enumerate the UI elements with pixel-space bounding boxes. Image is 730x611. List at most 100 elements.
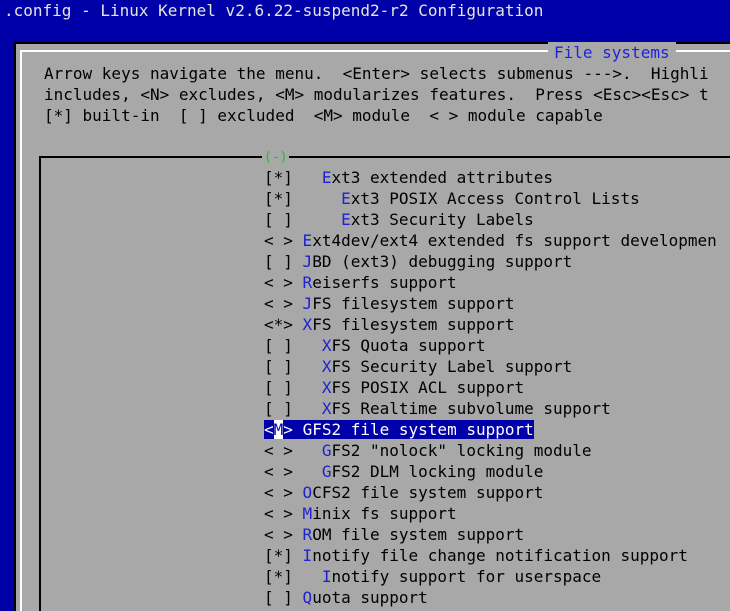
menu-item-region: <M> GFS2 file system support [264,420,534,439]
menu-item-label: uota support [312,588,428,607]
option-state-toggle[interactable]: [ ] [264,336,293,355]
option-state-toggle[interactable]: <*> [264,315,293,334]
option-state-toggle[interactable]: <M> [264,420,293,439]
option-state-toggle[interactable]: < > [264,462,293,481]
menu-item[interactable]: < > GFS2 "nolock" locking module [264,440,717,461]
option-state-toggle[interactable]: < > [264,231,293,250]
menu-item-label: notify file change notification support [312,546,688,565]
menu-item-label: CFS2 file system support [312,483,544,502]
menu-item[interactable]: < > ROM file system support [264,524,717,545]
menu-item[interactable]: [*] Ext3 POSIX Access Control Lists [264,188,717,209]
menu-item[interactable]: [ ] XFS Security Label support [264,356,717,377]
option-state-toggle[interactable]: [ ] [264,252,293,271]
hotkey-letter: X [321,378,332,397]
hotkey-letter: R [302,273,313,292]
option-state-toggle[interactable]: < > [264,483,293,502]
menu-item-label: FS Security Label support [331,357,573,376]
menu-item[interactable]: < > Ext4dev/ext4 extended fs support dev… [264,230,717,251]
menu-item-region: [ ] Quota support [264,588,428,607]
menu-item-region: [*] Inotify file change notification sup… [264,546,688,565]
hotkey-letter: E [302,231,313,250]
hotkey-letter: X [321,336,332,355]
menu-item[interactable]: [ ] XFS Realtime subvolume support [264,398,717,419]
option-state-toggle[interactable]: [*] [264,189,293,208]
menu-item[interactable]: [ ] Ext3 Security Labels [264,209,717,230]
menu-item-region: [*] Ext3 POSIX Access Control Lists [264,189,640,208]
menu-item-label: OM file system support [312,525,525,544]
menu-item[interactable]: [*] Inotify support for userspace [264,566,717,587]
hotkey-letter: J [302,294,313,313]
help-text-line-1: Arrow keys navigate the menu. <Enter> se… [44,64,709,83]
option-state-toggle[interactable]: [ ] [264,399,293,418]
menu-item-region: [ ] XFS POSIX ACL support [264,378,524,397]
menu-item-region: [ ] Ext3 Security Labels [264,210,534,229]
hotkey-letter: M [302,504,313,523]
menu-item[interactable]: <*> XFS filesystem support [264,314,717,335]
menu-item[interactable]: < > GFS2 DLM locking module [264,461,717,482]
option-state-toggle[interactable]: < > [264,294,293,313]
menu-item-region: [*] Ext3 extended attributes [264,168,553,187]
menu-item[interactable]: [ ] XFS POSIX ACL support [264,377,717,398]
menu-item-label: FS POSIX ACL support [331,378,525,397]
menu-item[interactable]: [ ] JBD (ext3) debugging support [264,251,717,272]
hotkey-letter: X [321,399,332,418]
menu-item-region: < > GFS2 DLM locking module [264,462,543,481]
option-state-toggle[interactable]: [ ] [264,357,293,376]
option-state-toggle[interactable]: [ ] [264,378,293,397]
option-state-toggle[interactable]: [*] [264,567,293,586]
menu-item[interactable]: [*] Ext3 extended attributes [264,167,717,188]
option-state-toggle[interactable]: < > [264,525,293,544]
option-state-toggle[interactable]: [ ] [264,588,293,607]
menu-item-label: inix fs support [312,504,457,523]
menu-item-label: FS Quota support [331,336,486,355]
menu-item-region: < > Reiserfs support [264,273,457,292]
menu-item[interactable]: < > OCFS2 file system support [264,482,717,503]
menu-item[interactable]: [ ] Quota support [264,587,717,608]
hotkey-letter: G [302,420,313,439]
menu-item-region: [ ] XFS Realtime subvolume support [264,399,611,418]
option-state-toggle[interactable]: < > [264,273,293,292]
menu-item-label: BD (ext3) debugging support [312,252,573,271]
option-state-toggle[interactable]: [*] [264,168,293,187]
menu-item-label: FS filesystem support [312,315,515,334]
menu-item-label: FS Realtime subvolume support [331,399,611,418]
hotkey-letter: E [341,210,351,229]
menu-item[interactable]: [*] Inotify file change notification sup… [264,545,717,566]
option-state-toggle[interactable]: < > [264,441,293,460]
menu-item[interactable]: <M> GFS2 file system support [264,419,717,440]
cursor: M [273,420,284,439]
help-text-line-2: includes, <N> excludes, <M> modularizes … [44,85,709,104]
menu-item-label: eiserfs support [312,273,457,292]
hotkey-letter: G [321,441,332,460]
menu-item[interactable]: < > Minix fs support [264,503,717,524]
menu-item-label: xt4dev/ext4 extended fs support developm… [312,231,717,250]
menu-item-region: [ ] JBD (ext3) debugging support [264,252,572,271]
menu-scroll-indicator: (-) [262,147,290,168]
menu-item[interactable]: < > JFS filesystem support [264,293,717,314]
menu-item[interactable]: < > Reiserfs support [264,272,717,293]
hotkey-letter: X [321,357,332,376]
help-legend-line: [*] built-in [ ] excluded <M> module < >… [44,106,603,125]
option-state-toggle[interactable]: < > [264,504,293,523]
option-state-toggle[interactable]: [*] [264,546,293,565]
hotkey-letter: I [321,567,332,586]
hotkey-letter: I [302,546,313,565]
menu-item[interactable]: [ ] XFS Quota support [264,335,717,356]
menu-item-region: < > Ext4dev/ext4 extended fs support dev… [264,231,717,250]
window-title: .config - Linux Kernel v2.6.22-suspend2-… [4,1,544,20]
hotkey-letter: G [321,462,332,481]
option-state-toggle[interactable]: [ ] [264,210,293,229]
hotkey-letter: X [302,315,313,334]
menu-item-region: < > OCFS2 file system support [264,483,543,502]
